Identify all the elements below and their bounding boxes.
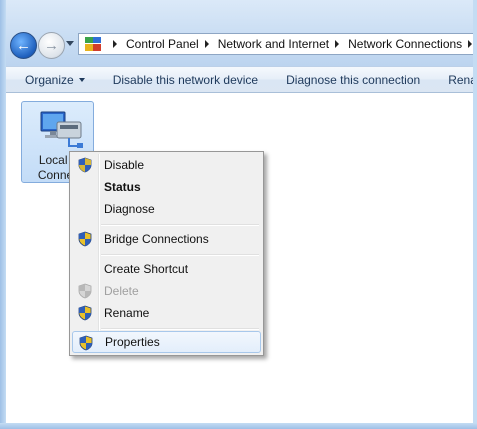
menu-item-diagnose[interactable]: Diagnose (72, 198, 261, 220)
menu-item-bridge-connections[interactable]: Bridge Connections (72, 228, 261, 250)
breadcrumb-control-panel[interactable]: Control Panel (126, 37, 199, 51)
menu-item-label: Create Shortcut (104, 262, 189, 276)
menu-item-label: Delete (104, 284, 139, 298)
window-frame-left (0, 0, 6, 429)
command-bar: Organize Disable this network device Dia… (6, 66, 477, 93)
diagnose-connection-button[interactable]: Diagnose this connection (272, 73, 434, 87)
breadcrumb-network-connections[interactable]: Network Connections (348, 37, 462, 51)
control-panel-icon (85, 37, 101, 51)
menu-item-status[interactable]: Status (72, 176, 261, 198)
address-bar[interactable]: Control Panel Network and Internet Netwo… (78, 33, 477, 55)
disable-device-button[interactable]: Disable this network device (99, 73, 272, 87)
organize-label: Organize (25, 72, 74, 87)
window-frame-right (473, 0, 477, 429)
uac-shield-icon (78, 283, 92, 299)
uac-shield-icon (78, 231, 92, 247)
forward-button[interactable]: → (38, 32, 65, 59)
uac-shield-icon (78, 157, 92, 173)
window-frame-bottom (0, 423, 477, 429)
menu-separator (101, 254, 259, 256)
chevron-down-icon (78, 78, 85, 83)
arrow-right-icon: → (44, 37, 59, 54)
breadcrumb-separator-icon[interactable] (113, 40, 117, 48)
menu-separator (101, 328, 259, 330)
uac-shield-icon (79, 335, 93, 351)
rename-connection-button[interactable]: Rena (434, 73, 477, 87)
menu-item-disable[interactable]: Disable (72, 154, 261, 176)
menu-item-label: Status (104, 180, 141, 194)
menu-item-rename[interactable]: Rename (72, 302, 261, 324)
breadcrumb-separator-icon[interactable] (204, 40, 209, 48)
uac-shield-icon (78, 305, 92, 321)
network-adapter-icon (40, 111, 83, 148)
menu-item-delete: Delete (72, 280, 261, 302)
menu-item-label: Bridge Connections (104, 232, 209, 246)
breadcrumb-separator-icon[interactable] (468, 40, 473, 48)
organize-menu-button[interactable]: Organize (6, 73, 99, 87)
menu-item-create-shortcut[interactable]: Create Shortcut (72, 258, 261, 280)
menu-separator (101, 224, 259, 226)
menu-item-label: Rename (104, 306, 150, 320)
back-button[interactable]: ← (10, 32, 37, 59)
arrow-left-icon: ← (16, 37, 31, 54)
menu-item-label: Diagnose (104, 202, 155, 216)
menu-item-properties[interactable]: Properties (72, 331, 261, 353)
breadcrumb-network-and-internet[interactable]: Network and Internet (218, 37, 329, 51)
menu-item-label: Disable (104, 158, 145, 172)
context-menu: Disable Status Diagnose Bridge Connectio… (69, 151, 264, 356)
recent-pages-dropdown[interactable] (66, 41, 74, 46)
breadcrumb-separator-icon[interactable] (335, 40, 340, 48)
menu-item-label: Properties (105, 335, 160, 349)
